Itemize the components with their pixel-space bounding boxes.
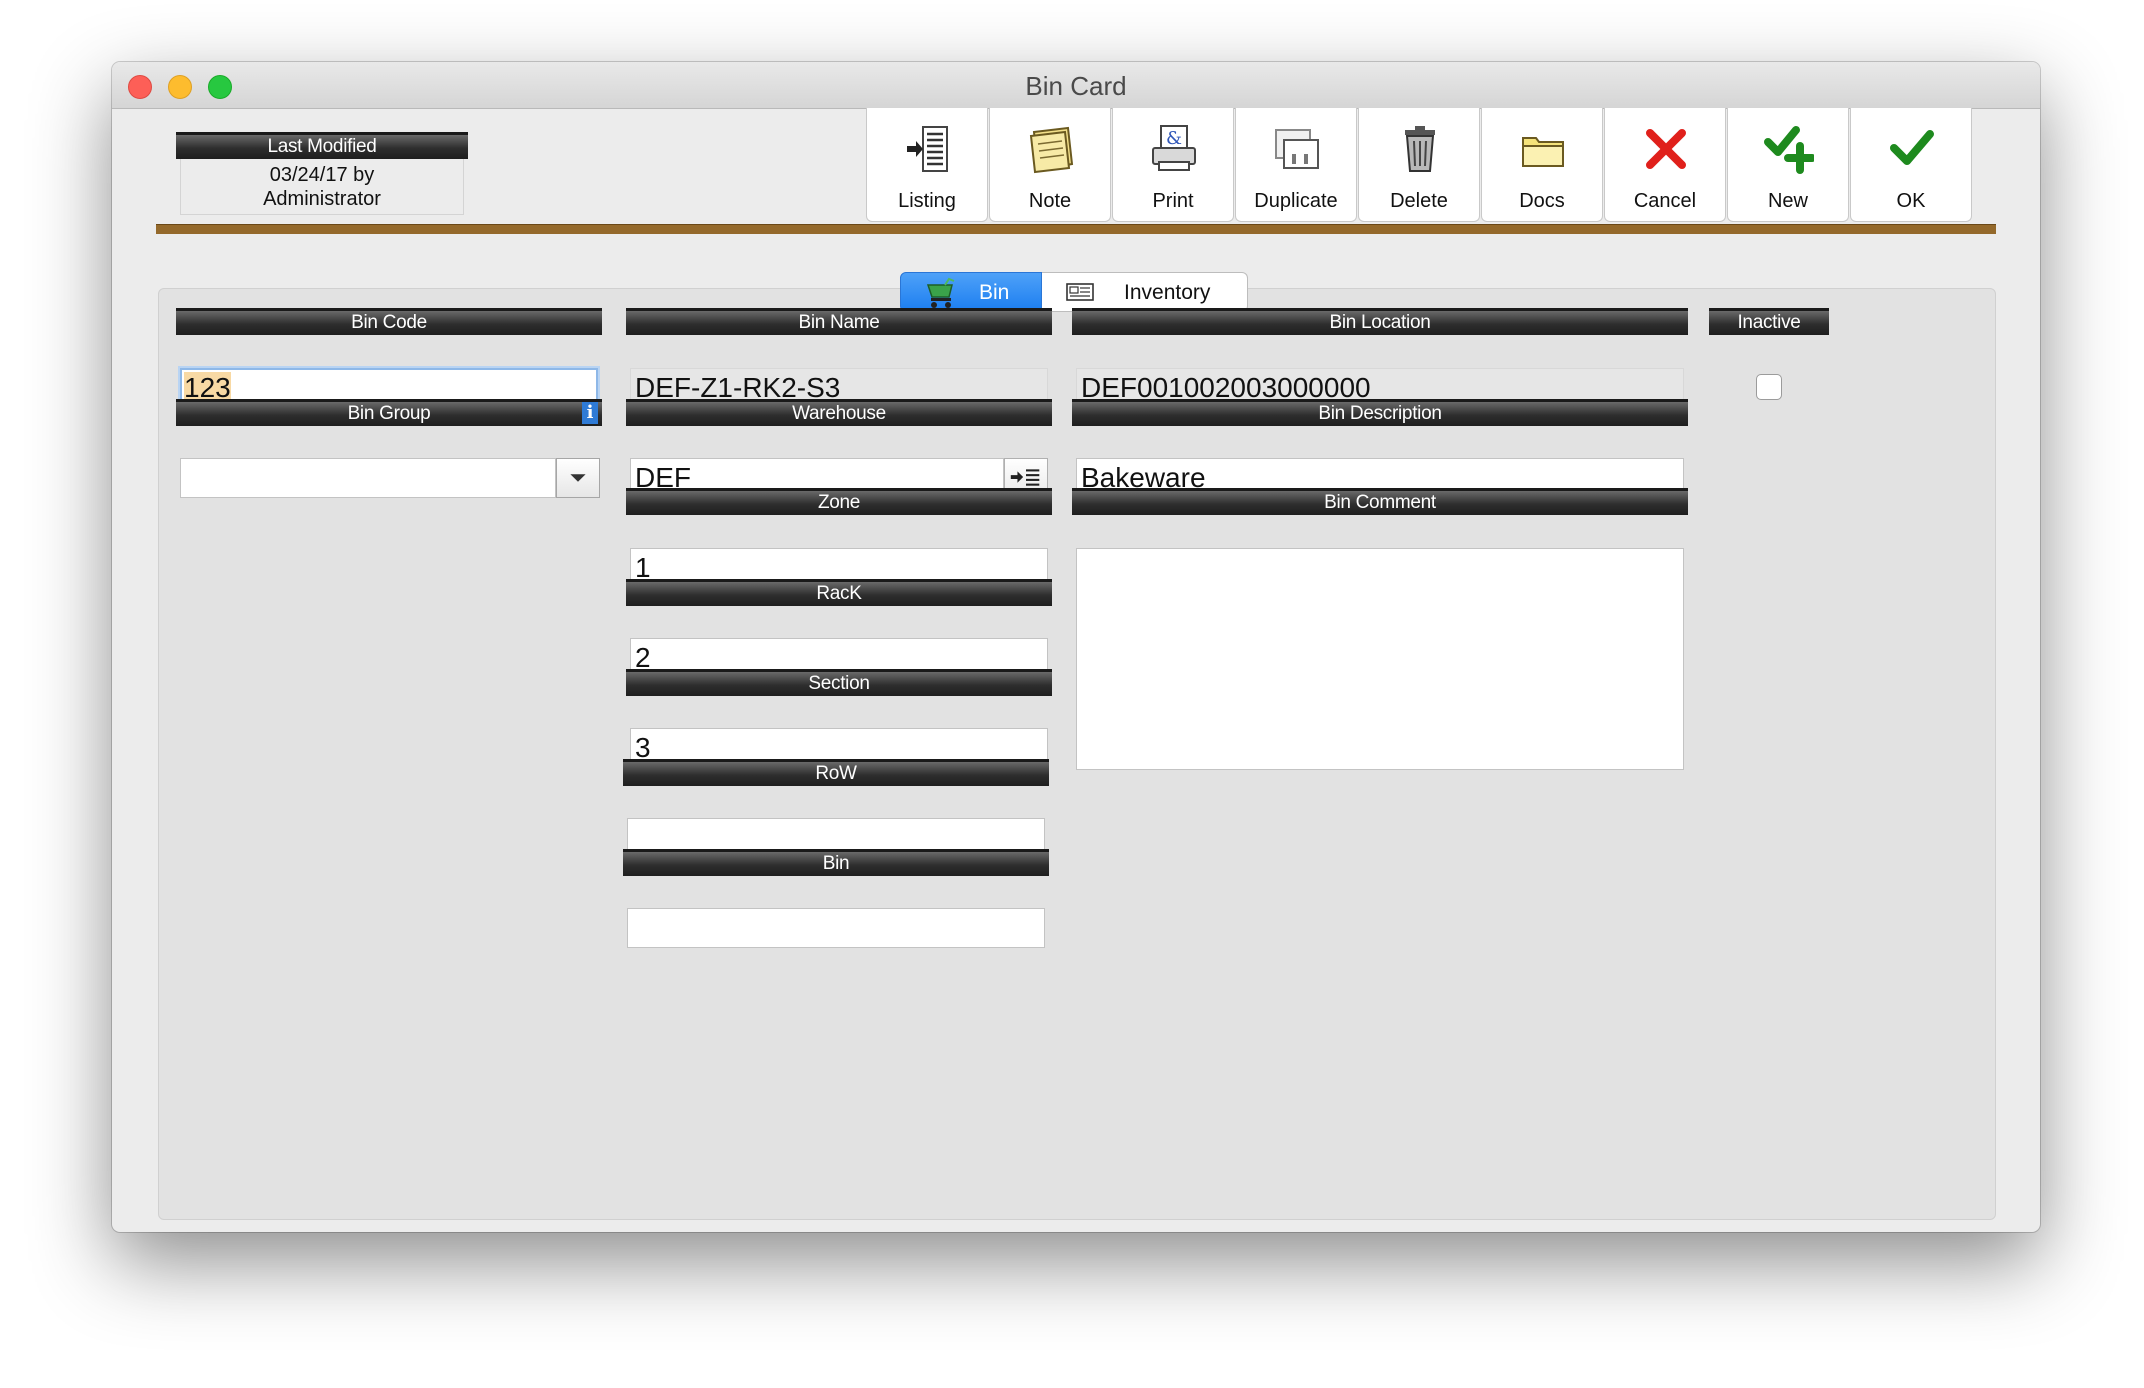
check-icon xyxy=(1890,130,1934,165)
bin-group-dropdown-button[interactable] xyxy=(556,458,600,498)
new-button[interactable]: New xyxy=(1727,108,1849,222)
listing-button[interactable]: Listing xyxy=(866,108,988,222)
svg-text:&: & xyxy=(1166,128,1182,149)
print-icon: & xyxy=(1152,125,1196,171)
delete-label: Delete xyxy=(1390,190,1448,212)
check-plus-icon xyxy=(1764,126,1814,174)
duplicate-icon xyxy=(1275,129,1319,169)
listing-icon xyxy=(907,126,948,172)
chevron-down-icon xyxy=(570,474,586,482)
tab-inventory[interactable]: Inventory xyxy=(1042,272,1248,312)
cancel-button[interactable]: Cancel xyxy=(1604,108,1726,222)
rack-label: RacK xyxy=(626,579,1052,606)
x-icon xyxy=(1646,129,1686,169)
warehouse-label: Warehouse xyxy=(626,399,1052,426)
last-modified-user: Administrator xyxy=(263,188,381,210)
bin-comment-label: Bin Comment xyxy=(1072,488,1688,515)
tab-bin[interactable]: Bin xyxy=(900,272,1042,312)
bin-group-label: Bin Group xyxy=(176,399,602,426)
note-icon xyxy=(1029,126,1074,174)
duplicate-label: Duplicate xyxy=(1254,190,1338,212)
bin-input[interactable] xyxy=(627,908,1045,948)
bin-card-window: Bin Card Last Modified 03/24/17 by Admin… xyxy=(112,62,2040,1232)
bin-code-label: Bin Code xyxy=(176,308,602,335)
last-modified-date: 03/24/17 by xyxy=(269,164,375,186)
trash-icon xyxy=(1405,126,1435,172)
tab-bin-label: Bin xyxy=(979,281,1010,304)
duplicate-button[interactable]: Duplicate xyxy=(1235,108,1357,222)
docs-button[interactable]: Docs xyxy=(1481,108,1603,222)
window-title: Bin Card xyxy=(1025,71,1127,101)
ok-button[interactable]: OK xyxy=(1850,108,1972,222)
docs-label: Docs xyxy=(1519,190,1565,212)
note-button[interactable]: Note xyxy=(989,108,1111,222)
bin-location-label: Bin Location xyxy=(1072,308,1688,335)
title-bar: Bin Card xyxy=(112,62,2040,109)
inactive-checkbox[interactable] xyxy=(1756,374,1782,400)
delete-button[interactable]: Delete xyxy=(1358,108,1480,222)
print-label: Print xyxy=(1152,190,1194,212)
bin-description-label: Bin Description xyxy=(1072,399,1688,426)
zone-label: Zone xyxy=(626,488,1052,515)
new-label: New xyxy=(1767,190,1808,212)
toolbar-divider xyxy=(156,224,1996,234)
last-modified-label: Last Modified xyxy=(176,132,468,159)
last-modified-value: 03/24/17 by Administrator xyxy=(180,159,464,215)
print-button[interactable]: & Print xyxy=(1112,108,1234,222)
ok-label: OK xyxy=(1896,190,1926,212)
row-label: RoW xyxy=(623,759,1049,786)
bin-group-select[interactable] xyxy=(180,458,556,498)
cart-icon xyxy=(926,277,955,308)
last-modified-block: Last Modified 03/24/17 by Administrator xyxy=(176,132,468,215)
inactive-label: Inactive xyxy=(1709,308,1829,335)
item-tag-icon xyxy=(1066,283,1094,301)
section-label: Section xyxy=(626,669,1052,696)
bin-label: Bin xyxy=(623,849,1049,876)
bin-comment-textarea[interactable] xyxy=(1076,548,1684,770)
info-icon[interactable]: i xyxy=(582,402,598,424)
listing-label: Listing xyxy=(898,190,956,212)
bin-name-label: Bin Name xyxy=(626,308,1052,335)
tab-inventory-label: Inventory xyxy=(1124,281,1211,304)
cancel-label: Cancel xyxy=(1633,190,1697,212)
folder-icon xyxy=(1522,137,1564,167)
note-label: Note xyxy=(1028,190,1072,212)
